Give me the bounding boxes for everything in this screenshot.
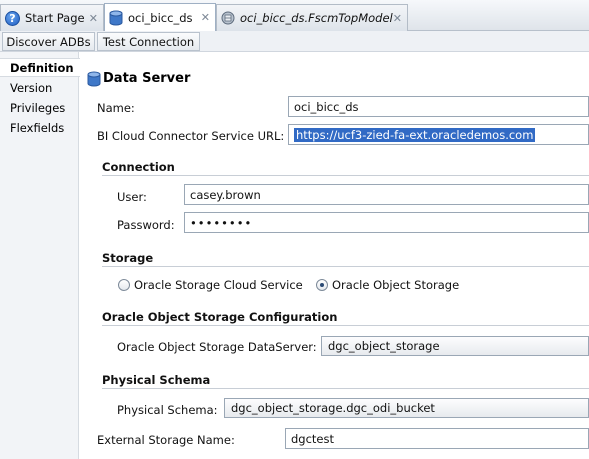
storage-cloud-radio[interactable] bbox=[118, 279, 130, 291]
test-connection-button[interactable]: Test Connection bbox=[97, 32, 200, 51]
dataserver-value: dgc_object_storage bbox=[328, 339, 440, 353]
close-icon[interactable]: ✕ bbox=[201, 11, 210, 24]
connection-divider bbox=[102, 175, 589, 176]
physical-schema-label: Physical Schema: bbox=[117, 403, 218, 417]
editor-section-nav: Definition Version Privileges Flexfields bbox=[0, 52, 80, 459]
nav-item-privileges[interactable]: Privileges bbox=[0, 98, 78, 117]
data-server-icon bbox=[87, 71, 101, 87]
physical-schema-value: dgc_object_storage.dgc_odi_bucket bbox=[231, 401, 435, 415]
physical-schema-select[interactable]: dgc_object_storage.dgc_odi_bucket bbox=[224, 398, 589, 418]
discover-adbs-button[interactable]: Discover ADBs bbox=[2, 32, 95, 51]
tab-oci-bicc-ds[interactable]: oci_bicc_ds ✕ bbox=[104, 3, 216, 32]
external-storage-value: dgctest bbox=[291, 431, 335, 446]
storage-heading: Storage bbox=[102, 251, 154, 265]
tab-label: oci_bicc_ds.FscmTopModel bbox=[240, 11, 393, 25]
object-storage-radio[interactable] bbox=[316, 279, 328, 291]
physical-schema-heading: Physical Schema bbox=[102, 373, 211, 387]
database-icon bbox=[109, 10, 123, 26]
url-value: https://ucf3-zied-fa-ext.oracledemos.com bbox=[294, 127, 536, 142]
definition-panel: Data Server Name: oci_bicc_ds BI Cloud C… bbox=[80, 52, 589, 459]
object-storage-label[interactable]: Oracle Object Storage bbox=[332, 278, 459, 292]
storage-cloud-label[interactable]: Oracle Storage Cloud Service bbox=[134, 278, 303, 292]
password-label: Password: bbox=[117, 218, 175, 232]
physical-schema-divider bbox=[102, 388, 589, 389]
name-value: oci_bicc_ds bbox=[294, 99, 359, 114]
name-label: Name: bbox=[97, 101, 135, 115]
tab-label: Start Page bbox=[25, 11, 85, 25]
page-title: Data Server bbox=[103, 71, 191, 86]
nav-item-definition[interactable]: Definition bbox=[0, 58, 80, 77]
editor-tab-strip: ? Start Page ✕ oci_bicc_ds ✕ oci_bicc_ds… bbox=[0, 0, 589, 32]
url-label: BI Cloud Connector Service URL: bbox=[97, 129, 285, 143]
tab-start-page[interactable]: ? Start Page ✕ bbox=[0, 4, 104, 31]
nav-item-flexfields[interactable]: Flexfields bbox=[0, 118, 78, 137]
external-storage-label: External Storage Name: bbox=[97, 433, 235, 447]
name-field[interactable]: oci_bicc_ds bbox=[288, 96, 589, 117]
radio-selected-dot bbox=[320, 283, 324, 287]
object-storage-config-heading: Oracle Object Storage Configuration bbox=[102, 310, 338, 324]
close-icon[interactable]: ✕ bbox=[89, 12, 98, 25]
connection-heading: Connection bbox=[102, 160, 175, 174]
help-icon: ? bbox=[5, 10, 20, 26]
tab-label: oci_bicc_ds bbox=[128, 11, 193, 25]
model-icon bbox=[221, 11, 235, 25]
dataserver-label: Oracle Object Storage DataServer: bbox=[117, 340, 317, 354]
editor-toolbar: Discover ADBs Test Connection bbox=[0, 31, 589, 52]
object-storage-config-divider bbox=[102, 325, 589, 326]
password-value: •••••••• bbox=[190, 215, 253, 230]
storage-divider bbox=[102, 266, 589, 267]
user-field[interactable]: casey.brown bbox=[184, 184, 589, 205]
url-field[interactable]: https://ucf3-zied-fa-ext.oracledemos.com bbox=[288, 124, 589, 145]
nav-item-version[interactable]: Version bbox=[0, 78, 78, 97]
user-label: User: bbox=[117, 190, 147, 204]
user-value: casey.brown bbox=[190, 187, 261, 202]
tab-fscm-top-model[interactable]: oci_bicc_ds.FscmTopModel ✕ bbox=[216, 4, 408, 31]
dataserver-select[interactable]: dgc_object_storage bbox=[321, 336, 589, 356]
close-icon[interactable]: ✕ bbox=[393, 12, 402, 25]
password-field[interactable]: •••••••• bbox=[184, 212, 589, 233]
external-storage-field[interactable]: dgctest bbox=[285, 428, 589, 449]
